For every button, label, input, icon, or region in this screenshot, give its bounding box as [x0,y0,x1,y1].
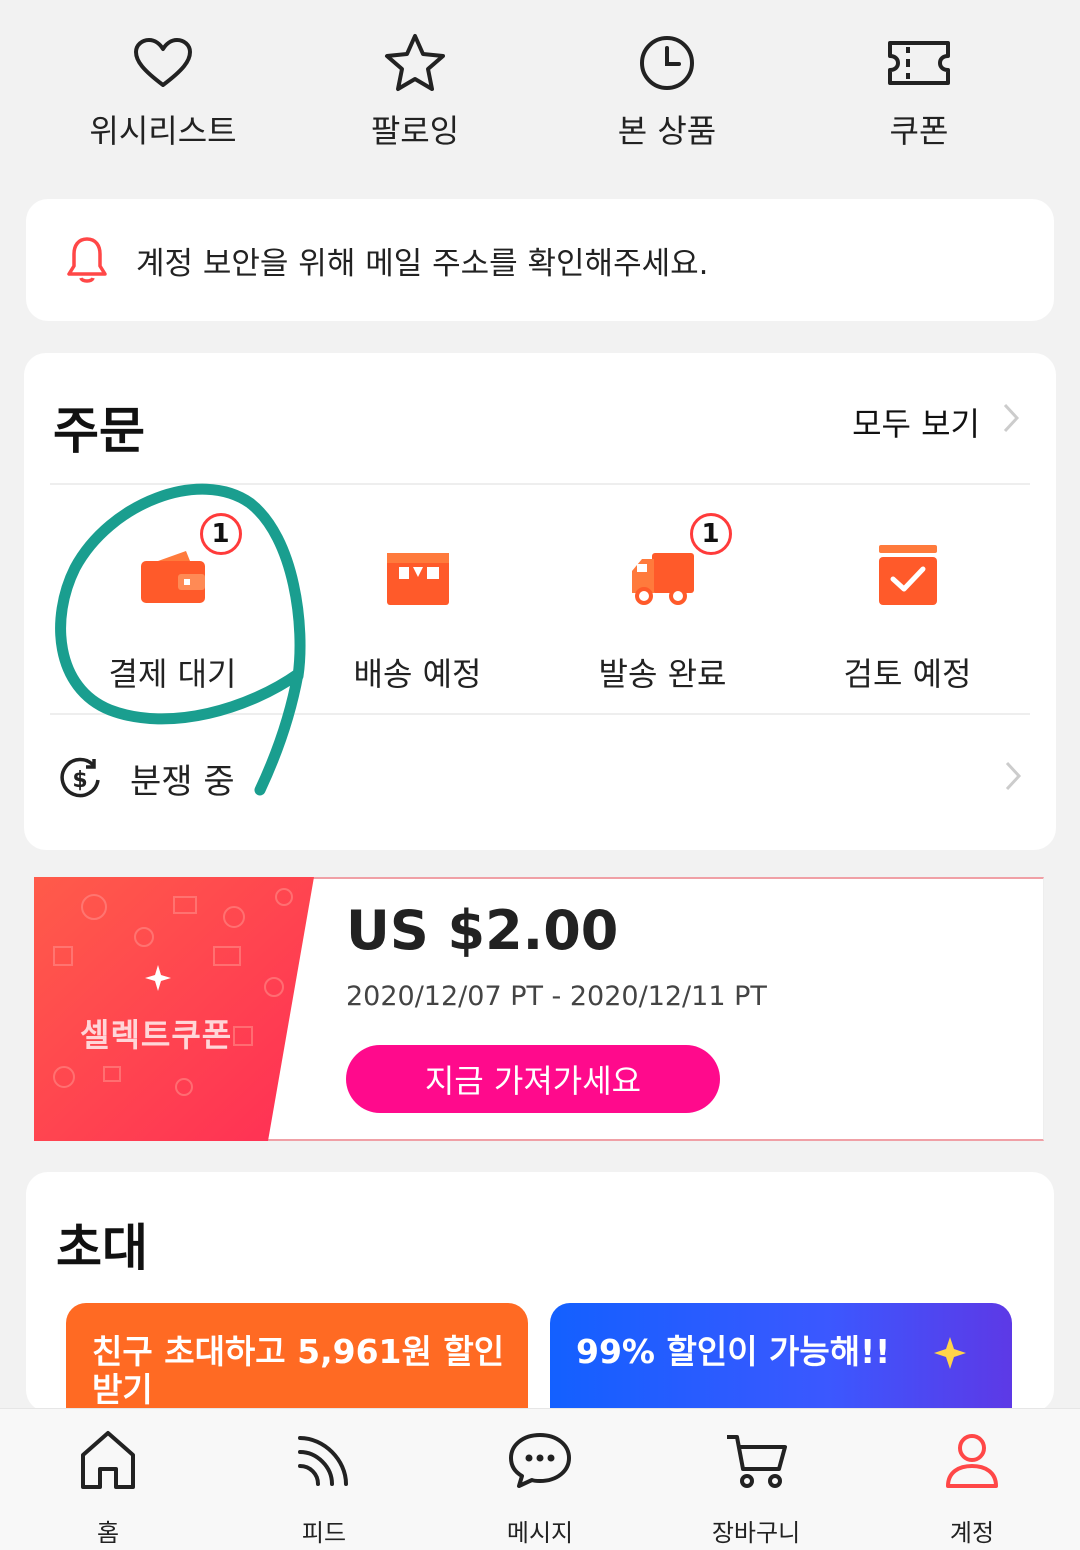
sparkle-icon [934,1337,966,1369]
heart-icon [128,28,198,98]
clock-icon [632,28,702,98]
orders-title: 주문 [53,402,145,460]
wishlist-label: 위시리스트 [89,112,237,150]
nav-account[interactable]: 계정 [864,1409,1080,1550]
nav-label: 피드 [301,1519,347,1547]
truck-icon: 1 [628,513,732,611]
account-icon [939,1427,1005,1493]
viewed-products-link[interactable]: 본 상품 [541,0,793,180]
invite-title: 초대 [56,1219,148,1277]
review-check-icon [873,541,943,611]
ticket-icon [884,28,954,98]
status-badge: 1 [689,513,732,555]
status-label: 배송 예정 [353,655,482,693]
email-verification-notice[interactable]: 계정 보안을 위해 메일 주소를 확인해주세요. [26,199,1054,321]
notice-text: 계정 보안을 위해 메일 주소를 확인해주세요. [136,245,709,282]
chevron-right-icon [1004,760,1022,796]
promo-text: 친구 초대하고 5,961원 할인 받기 [92,1332,505,1409]
nav-label: 메시지 [506,1519,574,1547]
coupons-link[interactable]: 쿠폰 [793,0,1045,180]
coupon-banner: 셀렉트쿠폰 [34,877,316,1141]
status-to-be-shipped[interactable]: 배송 예정 [295,513,540,713]
status-label: 검토 예정 [843,655,972,693]
viewed-products-label: 본 상품 [617,112,717,150]
coupon-name: 셀렉트쿠폰 [80,1016,233,1054]
annotation-circle [55,483,306,796]
nav-label: 계정 [949,1519,995,1547]
promo-text: 99% 할인이 가능해!! [576,1332,891,1371]
invite-card: 초대 친구 초대하고 5,961원 할인 받기 99% 할인이 가능해!! [26,1172,1054,1412]
view-all-orders-link[interactable]: 모두 보기 [852,399,1020,445]
coupon-period: 2020/12/07 PT - 2020/12/11 PT [346,981,767,1012]
get-coupon-button[interactable]: 지금 가져가세요 [346,1045,720,1113]
invite-friends-promo[interactable]: 친구 초대하고 5,961원 할인 받기 [66,1303,528,1412]
message-icon [507,1427,573,1493]
nav-cart[interactable]: 장바구니 [648,1409,864,1550]
coupon-amount: US $2.00 [346,899,619,962]
wishlist-link[interactable]: 위시리스트 [37,0,289,180]
bell-icon [64,235,110,285]
feed-icon [291,1427,357,1493]
cart-icon [723,1427,789,1493]
status-to-review[interactable]: 검토 예정 [785,513,1030,713]
nav-feed[interactable]: 피드 [216,1409,432,1550]
status-label: 발송 완료 [598,655,727,693]
nav-messages[interactable]: 메시지 [432,1409,648,1550]
nav-home[interactable]: 홈 [0,1409,216,1550]
status-shipped[interactable]: 1 발송 완료 [540,513,785,713]
nav-label: 장바구니 [711,1519,801,1547]
discount-promo[interactable]: 99% 할인이 가능해!! [550,1303,1012,1412]
home-icon [75,1427,141,1493]
select-coupon-card[interactable]: 셀렉트쿠폰 US $2.00 2020/12/07 PT - 2020/12/1… [34,877,1044,1141]
nav-label: 홈 [96,1519,120,1547]
view-all-label: 모두 보기 [852,405,980,443]
star-icon [380,28,450,98]
quick-links: 위시리스트 팔로잉 본 상품 쿠폰 [0,0,1080,180]
following-label: 팔로잉 [370,112,460,150]
box-icon [383,541,453,611]
bottom-navigation: 홈 피드 메시지 장바구니 계정 [0,1408,1080,1550]
chevron-right-icon [1002,402,1020,442]
coupons-label: 쿠폰 [889,112,949,150]
following-link[interactable]: 팔로잉 [289,0,541,180]
